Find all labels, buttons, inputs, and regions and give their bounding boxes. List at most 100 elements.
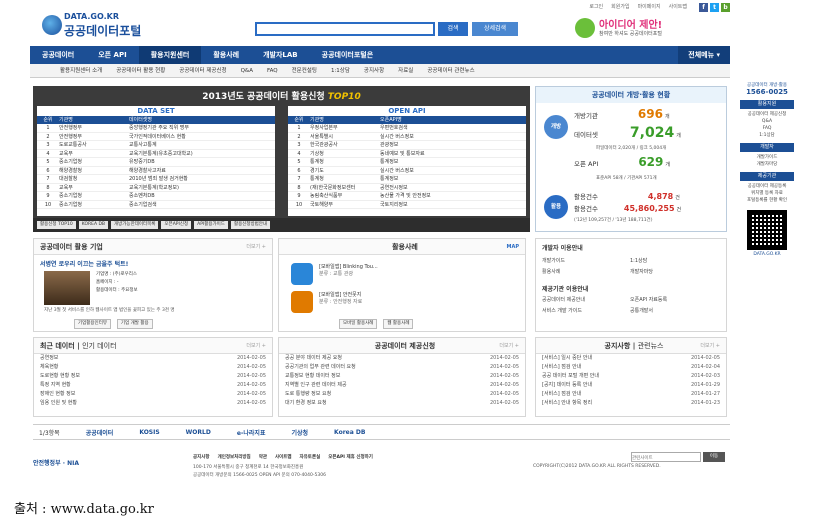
list-item[interactable]: [서비스] 점검 안내 2014-02-04 [536,363,726,372]
banner-tab[interactable]: 활용신청방법안내 [230,221,271,229]
table-row[interactable]: 8 교육부 교육기본통계(학교정보) [37,184,275,192]
list-item[interactable]: 대기 환경 정보 요청 2014-02-05 [279,399,525,408]
tab-notices[interactable]: 공지사항 [605,342,631,350]
search-button[interactable]: 검색 [438,22,468,36]
table-row[interactable]: 7 대검찰청 2010년 범죄 발생 검거현황 [37,175,275,184]
idea-banner[interactable]: 아이디어 제안! 참여만 하셔도 공공데이터포털 [575,16,725,42]
subnav-item[interactable]: 활용지원센터 소개 [60,64,102,77]
list-item[interactable]: [서비스] 안내 항목 정리 2014-01-23 [536,399,726,408]
footer-link[interactable]: 공지사항 [193,454,210,460]
nav-item[interactable]: 공공데이터 [30,46,86,64]
table-row[interactable]: 4 기상청 동네예보 및 통보자료 [288,150,526,158]
search-input[interactable] [255,22,435,36]
banner-tab[interactable]: 개방가능한데이터목록 [111,221,159,229]
table-row[interactable]: 6 경기도 실시간 버스정보 [288,167,526,175]
subnav-item[interactable]: 공지사항 [364,64,384,77]
list-item[interactable]: 장애인 현황 정보 2014-02-05 [34,390,272,399]
list-item[interactable]: [서비스] 점검 안내 2014-01-27 [536,390,726,399]
subnav-item[interactable]: Q&A [241,64,253,77]
sidebar-link[interactable]: 공공데이터 제공등록 [734,183,800,190]
case-item-1[interactable]: [모바일앱] Blinking Tou... 분류 : 교통 관광 [319,263,378,277]
top-link[interactable]: 마이페이지 [638,3,661,12]
table-row[interactable]: 4 교육부 교육기본통계(유초중고대학교) [37,150,275,158]
list-item[interactable]: 임용 인원 및 현황 2014-02-05 [34,399,272,408]
devinfo-link[interactable]: 공통개발서 [630,306,718,317]
banner-tab[interactable]: 활용신청 TOP10 [37,221,76,229]
social-icon[interactable]: t [710,3,719,12]
table-row[interactable]: 2 안전행정부 국가인적데이터베이스 현황 [37,133,275,141]
site-logo[interactable]: DATA.GO.KR 공공데이터포털 [42,12,162,40]
list-item[interactable]: 도로 통행량 정보 요청 2014-02-05 [279,390,525,399]
tab-popular[interactable]: 인기 데이터 [82,342,116,350]
social-icon[interactable]: b [721,3,730,12]
tab-latest[interactable]: 최근 데이터 [40,342,75,350]
banner-tab[interactable]: API활용가이드 [194,221,228,229]
nav-item[interactable]: 활용사례 [201,46,251,64]
list-item[interactable]: 교통정보 현황 데이터 정보 2014-02-05 [279,372,525,381]
table-row[interactable]: 5 통계청 통계정보 [288,158,526,167]
sidebar-link[interactable]: FAQ [734,125,800,132]
table-row[interactable]: 3 한국관광공사 관광정보 [288,141,526,150]
company-interview-button[interactable]: 기업활용인터뷰 [74,319,111,329]
map-badge[interactable]: MAP [506,239,519,255]
all-menu-button[interactable]: 전체메뉴 ▾ [678,46,730,64]
table-row[interactable]: 9 중소기업청 중소벤처DB [37,192,275,201]
company-dev-button[interactable]: 기업 개발 활용 [116,319,153,329]
latest-more-link[interactable]: 더보기 + [246,338,266,354]
case-item-2[interactable]: [모바일앱] 안전뭇지 분류 : 안전행정 자료 [319,291,362,305]
devinfo-link[interactable]: 오픈API 자료등록 [630,295,718,306]
partner-logo[interactable]: e-나라지표 [237,428,266,437]
subnav-item[interactable]: 공공데이터 제공신청 [179,64,226,77]
nav-item[interactable]: 공공데이터포털은 [310,46,386,64]
subnav-item[interactable]: 자료실 [398,64,413,77]
list-item[interactable]: 도로현황 현황 정보 2014-02-05 [34,372,272,381]
list-item[interactable]: [공지] 데이터 등록 안내 2014-01-29 [536,381,726,390]
top-link[interactable]: 회원가입 [611,3,629,12]
partner-logo[interactable]: Korea DB [334,429,365,436]
company-headline[interactable]: 서병연 로우리 이끄는 금을주 턱트! [34,255,272,272]
partner-logo[interactable]: KOSIS [139,429,159,436]
subnav-item[interactable]: 전문컨설팅 [292,64,317,77]
tab-news[interactable]: 관련뉴스 [638,342,664,350]
list-item[interactable]: 특정 지역 현황 2014-02-05 [34,381,272,390]
list-item[interactable]: [서비스] 일시 중단 안내 2014-02-05 [536,354,726,363]
sidebar-link[interactable]: 1:1상담 [734,132,800,139]
top-link[interactable]: 로그인 [589,3,603,12]
notices-more-link[interactable]: 더보기 + [700,338,720,354]
list-item[interactable]: 지역별 인구 관련 데이터 제공 2014-02-05 [279,381,525,390]
devinfo-link[interactable]: 공공데이터 제공안내 [542,295,630,306]
table-row[interactable]: 9 농림축산식품부 농산물 가격 및 안전정보 [288,192,526,201]
devinfo-link[interactable]: 활용사례 [542,267,630,278]
devinfo-link[interactable]: 1:1상담 [630,256,718,267]
list-item[interactable]: 체육현황 2014-02-05 [34,363,272,372]
partner-logo[interactable]: 공공데이터 [86,428,114,437]
sidebar-link[interactable]: 개발자마당 [734,161,800,168]
advanced-search-button[interactable]: 상세검색 [472,22,518,36]
list-item[interactable]: 공공 분야 데이터 제공 요청 2014-02-05 [279,354,525,363]
partner-logo[interactable]: 기상청 [291,428,308,437]
sidebar-link[interactable]: 공공데이터 제공신청 [734,111,800,118]
mobile-cases-button[interactable]: 모바일 활용사례 [339,319,378,329]
go-button[interactable]: 이동 [703,452,725,462]
table-row[interactable]: 7 통계청 통계정보 [288,175,526,184]
footer-link[interactable]: 자유토론실 [300,454,321,460]
subnav-item[interactable]: FAQ [267,64,278,77]
sidebar-link[interactable]: 개발가이드 [734,154,800,161]
nav-item[interactable]: 활용지원센터 [138,46,202,64]
sidebar-link[interactable]: 위치별 등록 자료 [734,190,800,197]
related-site-select[interactable] [631,452,701,462]
web-cases-button[interactable]: 웹 활용사례 [383,319,414,329]
table-row[interactable]: 10 국토해양부 국토지리정보 [288,201,526,209]
nav-item[interactable]: 개발자LAB [251,46,310,64]
table-row[interactable]: 2 서울특별시 실시간 버스정보 [288,133,526,141]
partner-logo[interactable]: WORLD [186,429,211,436]
footer-link[interactable]: 오픈API 제휴 신청하기 [328,454,373,460]
banner-tab[interactable]: KOREA DB [78,221,109,229]
banner-tab[interactable]: 오픈API신청 [161,221,192,229]
table-row[interactable]: 10 중소기업청 중소기업검색 [37,201,275,209]
top-link[interactable]: 사이트맵 [669,3,687,12]
list-item[interactable]: 공연정보 2014-02-05 [34,354,272,363]
footer-link[interactable]: 약관 [259,454,267,460]
table-row[interactable]: 1 안전행정부 중앙행정기관 주요 직위 명부 [37,124,275,133]
table-row[interactable]: 5 중소기업청 유망중기DB [37,158,275,167]
